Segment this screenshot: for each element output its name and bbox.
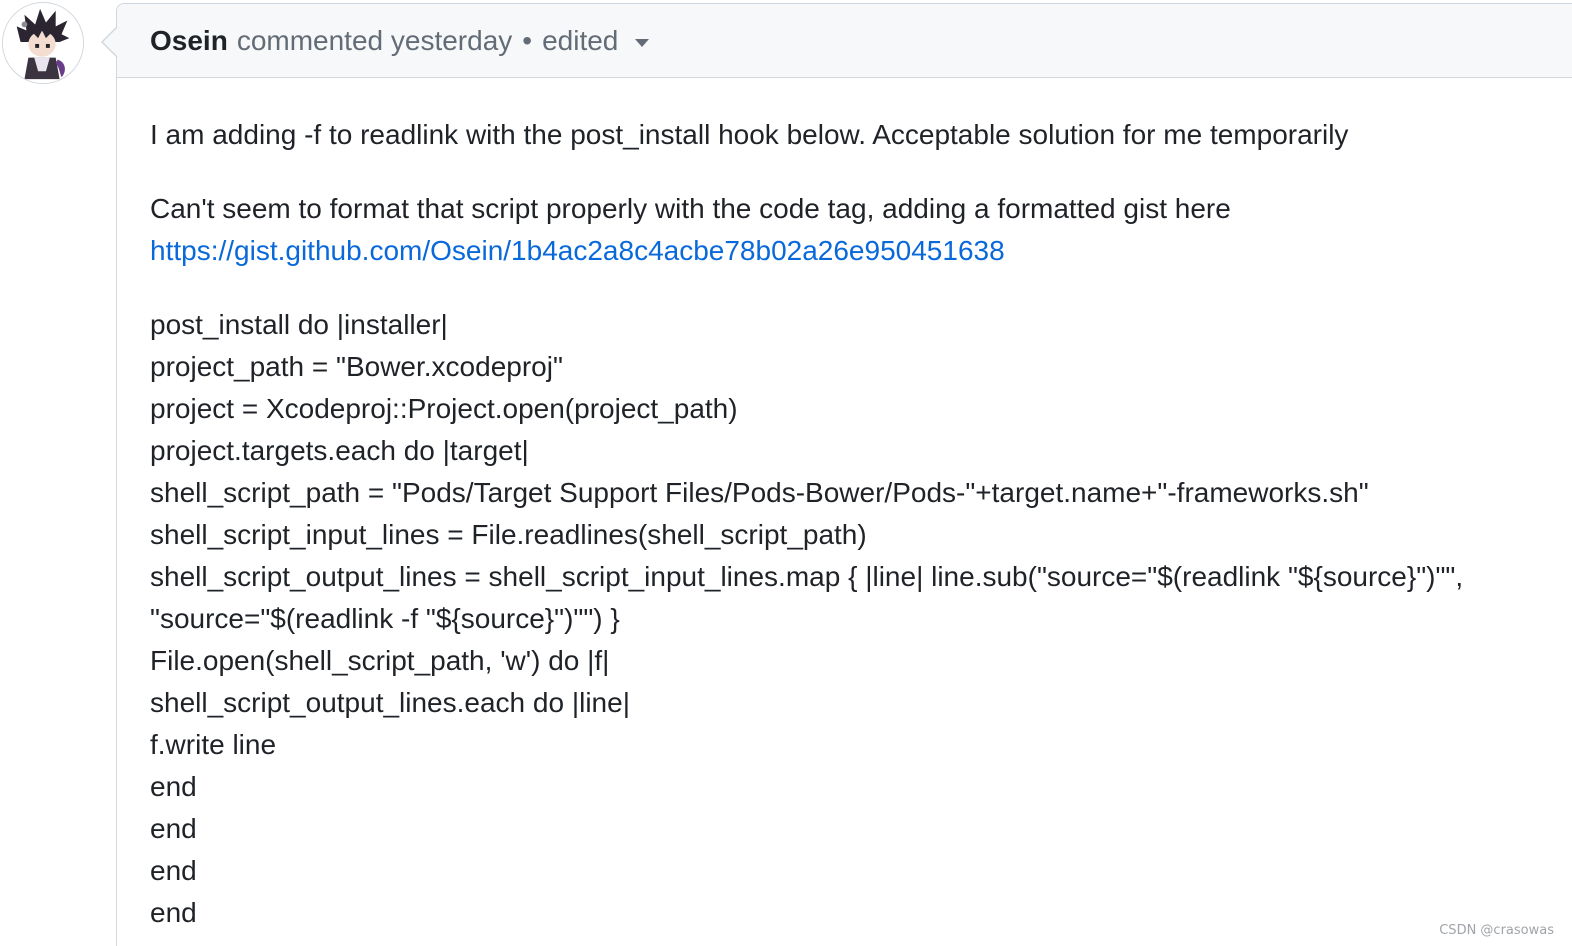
script-line: end [150, 855, 197, 886]
script-line: shell_script_path = "Pods/Target Support… [150, 477, 1369, 508]
comment-paragraph: I am adding -f to readlink with the post… [150, 119, 1349, 150]
script-line: "source="$(readlink -f "${source}")"") } [150, 603, 620, 634]
script-line: end [150, 771, 197, 802]
edited-history-dropdown[interactable]: edited [542, 24, 650, 57]
script-line: project = Xcodeproj::Project.open(projec… [150, 393, 738, 424]
paragraph-text: Can't seem to format that script properl… [150, 193, 1231, 224]
script-block: post_install do |installer| project_path… [150, 304, 1572, 934]
gist-link[interactable]: https://gist.github.com/Osein/1b4ac2a8c4… [150, 235, 1005, 266]
comment-header: Osein commented yesterday • edited [117, 4, 1572, 78]
comment-author-link[interactable]: Osein [150, 25, 228, 57]
comment-paragraph: Can't seem to format that script properl… [150, 188, 1572, 272]
watermark: CSDN @crasowas [1439, 923, 1554, 938]
script-line: shell_script_output_lines = shell_script… [150, 561, 1464, 592]
comment-caret-fill [103, 27, 118, 57]
script-line: shell_script_output_lines.each do |line| [150, 687, 630, 718]
script-line: end [150, 897, 197, 928]
user-avatar-icon [3, 3, 83, 83]
comment-box: Osein commented yesterday • edited I am … [116, 3, 1572, 946]
comment-timestamp[interactable]: commented yesterday [237, 25, 512, 57]
chevron-down-icon [635, 39, 650, 47]
script-line: File.open(shell_script_path, 'w') do |f| [150, 645, 610, 676]
script-line: shell_script_input_lines = File.readline… [150, 519, 867, 550]
header-separator: • [522, 24, 533, 56]
edited-label: edited [542, 24, 619, 56]
user-avatar[interactable] [2, 2, 84, 84]
comment-page: Osein commented yesterday • edited I am … [0, 0, 1572, 946]
script-line: project_path = "Bower.xcodeproj" [150, 351, 563, 382]
script-line: project.targets.each do |target| [150, 435, 529, 466]
script-line: end [150, 813, 197, 844]
script-line: post_install do |installer| [150, 309, 448, 340]
script-line: f.write line [150, 729, 277, 760]
comment-body: I am adding -f to readlink with the post… [117, 78, 1572, 934]
